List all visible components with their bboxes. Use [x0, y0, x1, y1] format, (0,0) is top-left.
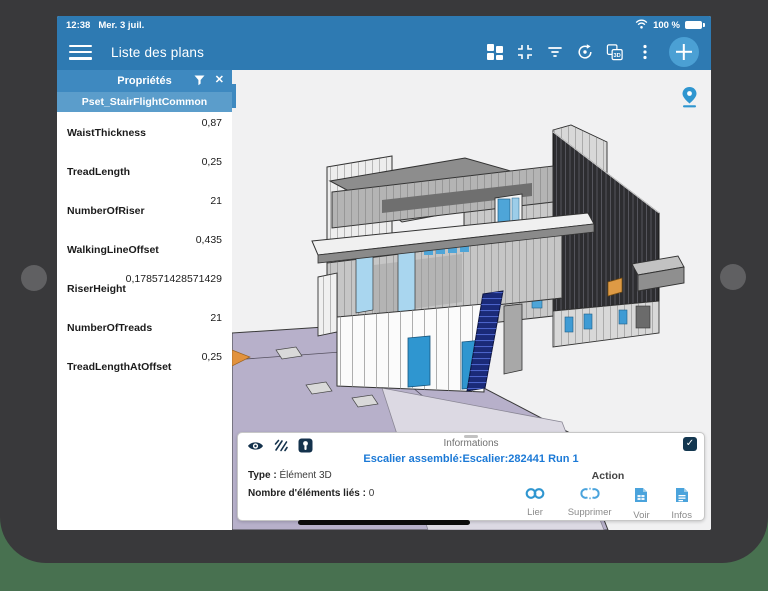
linked-elements-label: Nombre d'éléments liés : [248, 488, 366, 499]
property-label: TreadLengthAtOffset [67, 361, 172, 373]
property-label: TreadLength [67, 166, 131, 178]
property-value: 0,178571428571429 [125, 273, 222, 285]
select-checkbox[interactable]: ✓ [683, 437, 697, 451]
property-value: 0,87 [201, 117, 222, 129]
property-row: NumberOfTreads 21 [57, 307, 232, 346]
overflow-menu-icon[interactable] [636, 43, 654, 61]
action-label: Action [591, 470, 625, 482]
isolate-element-icon[interactable] [298, 438, 313, 458]
property-value: 0,25 [201, 156, 222, 168]
model-viewport[interactable]: Informations ✓ Escalier assemblé:Escalie… [232, 70, 711, 530]
property-label: WaistThickness [67, 127, 146, 139]
building[interactable] [311, 124, 685, 393]
status-time: 12:38 [66, 19, 91, 31]
type-label: Type : [248, 470, 277, 481]
tablet-frame: 12:38 Mer. 3 juil. 100 % Liste des plans [0, 0, 768, 563]
document-info-icon [675, 487, 689, 508]
menu-icon[interactable] [69, 44, 92, 60]
close-icon[interactable]: ✕ [215, 73, 224, 86]
property-value: 0,25 [201, 351, 222, 363]
tablet-camera-left [21, 265, 47, 291]
page-background: 12:38 Mer. 3 juil. 100 % Liste des plans [0, 0, 768, 591]
unlink-button[interactable]: Supprimer [568, 487, 612, 521]
property-row: WaistThickness 0,87 [57, 112, 232, 151]
wifi-icon [635, 19, 648, 32]
visibility-eye-icon[interactable] [247, 439, 264, 457]
property-row: TreadLengthAtOffset 0,25 [57, 346, 232, 385]
property-label: NumberOfRiser [67, 205, 145, 217]
home-indicator[interactable] [298, 520, 470, 525]
rotate-view-icon[interactable] [576, 43, 594, 61]
property-label: NumberOfTreads [67, 322, 153, 334]
properties-title: Propriétés [117, 75, 172, 87]
svg-text:3D: 3D [613, 52, 620, 58]
filter-icon[interactable] [546, 43, 564, 61]
property-value: 21 [210, 312, 222, 324]
app-toolbar: Liste des plans 3D [57, 34, 711, 70]
information-panel: Informations ✓ Escalier assemblé:Escalie… [237, 432, 705, 521]
property-row: NumberOfRiser 21 [57, 190, 232, 229]
unlink-icon [579, 487, 601, 505]
property-label: WalkingLineOffset [67, 244, 159, 256]
property-row: WalkingLineOffset 0,435 [57, 229, 232, 268]
property-row: RiserHeight 0,178571428571429 [57, 268, 232, 307]
hatch-section-icon[interactable] [274, 439, 288, 457]
add-button[interactable] [669, 37, 699, 67]
infos-button[interactable]: Infos [671, 487, 692, 521]
battery-percent: 100 % [653, 19, 680, 31]
status-date: Mer. 3 juil. [98, 19, 145, 31]
pset-title: Pset_StairFlightCommon [57, 92, 232, 112]
link-icon [524, 487, 546, 505]
app-screen: 12:38 Mer. 3 juil. 100 % Liste des plans [57, 16, 711, 530]
document-view-icon [634, 487, 648, 508]
view-button[interactable]: Voir [633, 487, 650, 521]
views-grid-icon[interactable] [486, 43, 504, 61]
link-button[interactable]: Lier [524, 487, 546, 521]
status-bar: 12:38 Mer. 3 juil. 100 % [57, 16, 711, 34]
properties-panel: Propriétés ✕ Pset_StairFlightCommon Wais… [57, 70, 232, 530]
linked-elements-value: 0 [368, 488, 375, 499]
battery-icon [685, 21, 705, 29]
fit-screen-icon[interactable] [516, 43, 534, 61]
tablet-camera-right [720, 264, 746, 290]
type-value: Élément 3D [279, 470, 332, 481]
property-value: 0,435 [195, 234, 222, 246]
filter-funnel-icon[interactable] [194, 75, 205, 89]
page-title: Liste des plans [111, 44, 205, 60]
views-3d-icon[interactable]: 3D [606, 43, 624, 61]
property-row: TreadLength 0,25 [57, 151, 232, 190]
property-label: RiserHeight [67, 283, 126, 295]
map-pin-icon[interactable] [681, 86, 698, 113]
property-value: 21 [210, 195, 222, 207]
